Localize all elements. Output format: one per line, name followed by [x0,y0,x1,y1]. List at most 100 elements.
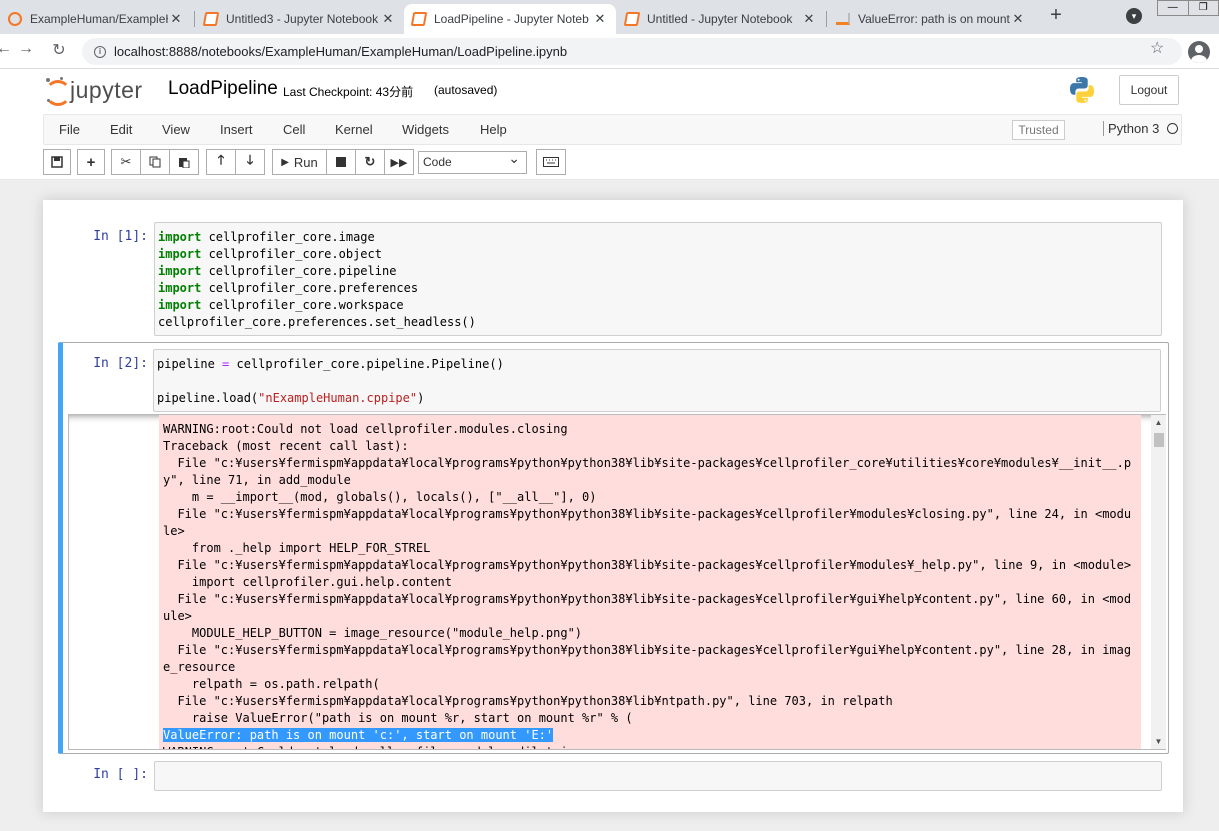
menu-edit[interactable]: Edit [110,122,132,137]
arrow-down-icon: 🡓 [246,152,254,167]
notebook-container: In [1]: import cellprofiler_core.image im… [43,200,1183,812]
code-text: cellprofiler_core.image [201,230,375,244]
copy-button[interactable] [140,149,170,175]
cell-prompt: In [ ]: [93,767,148,782]
plus-icon: + [86,153,96,171]
bookmark-star-icon[interactable]: ☆ [1150,38,1164,58]
menu-help[interactable]: Help [480,122,507,137]
menu-cell[interactable]: Cell [283,122,305,137]
menu-file[interactable]: File [59,122,80,137]
code-input-area[interactable] [154,761,1162,791]
selected-code-cell[interactable]: In [2]: pipeline = cellprofiler_core.pip… [58,342,1169,754]
close-icon[interactable]: ✕ [801,11,817,27]
jupyter-favicon-icon [623,12,641,26]
autosave-status: (autosaved) [434,83,498,97]
interrupt-button[interactable] [326,149,356,175]
reload-icon[interactable]: ↻ [49,40,69,60]
forward-icon[interactable]: → [16,40,36,58]
save-button[interactable] [43,149,71,175]
close-icon[interactable]: ✕ [168,11,184,27]
notebook-title[interactable]: LoadPipeline [168,78,278,100]
trusted-badge[interactable]: Trusted [1012,120,1065,140]
run-label: Run [293,154,318,170]
tab-search-icon[interactable]: ▾ [1126,8,1142,24]
menu-insert[interactable]: Insert [220,122,253,137]
output-line: WARNING:root:Could not load cellprofiler… [163,744,1137,749]
close-icon[interactable]: ✕ [1010,11,1026,27]
browser-tab-active[interactable]: LoadPipeline - Jupyter Noteb ✕ [404,4,616,34]
tab-title: ValueError: path is on mount [858,12,1010,26]
url-field[interactable]: i localhost:8888/notebooks/ExampleHuman/… [82,38,1182,65]
scissors-icon: ✂ [120,154,132,169]
code-line: import cellprofiler_core.object [158,246,1158,263]
restart-icon: ↻ [364,154,376,169]
cell-prompt: In [2]: [93,356,148,371]
code-line: import cellprofiler_core.preferences [158,280,1158,297]
jupyter-logo[interactable]: jupyter [45,76,143,106]
output-scrollbar[interactable]: ▲ ▼ [1151,415,1166,749]
back-icon[interactable]: ← [0,40,14,58]
restore-icon[interactable]: ❐ [1187,0,1219,16]
output-scroll-area[interactable]: WARNING:root:Could not load cellprofiler… [68,414,1166,750]
code-keyword: import [158,230,202,244]
menu-widgets[interactable]: Widgets [402,122,449,137]
cell-type-select[interactable]: Code [418,148,527,174]
stackoverflow-favicon-icon [836,13,850,25]
menu-kernel[interactable]: Kernel [335,122,373,137]
command-palette-button[interactable] [536,149,566,175]
move-down-button[interactable]: 🡓 [235,149,265,175]
code-line: import cellprofiler_core.workspace [158,297,1158,314]
browser-tab[interactable]: Untitled3 - Jupyter Notebook ✕ [196,4,404,34]
selected-text: ValueError: path is on mount 'c:', start… [163,728,554,742]
browser-tab[interactable]: Untitled - Jupyter Notebook ✕ [617,4,825,34]
browser-tab[interactable]: ValueError: path is on mount ✕ [828,4,1034,34]
output-line: relpath = os.path.relpath( [163,677,380,691]
output-line: File "c:¥users¥fermispm¥appdata¥local¥pr… [163,456,1132,487]
scroll-up-icon[interactable]: ▲ [1151,418,1166,427]
menu-view[interactable]: View [162,122,190,137]
account-avatar-icon[interactable] [1188,41,1210,63]
checkpoint-status: Last Checkpoint: 43分前 [283,85,414,99]
code-line: import cellprofiler_core.pipeline [158,263,1158,280]
stderr-output: WARNING:root:Could not load cellprofiler… [159,415,1141,749]
code-text: pipeline.load( [157,391,259,405]
code-keyword: import [158,298,202,312]
code-line: cellprofiler_core.preferences.set_headle… [158,314,1158,331]
notebook-menubar: File Edit View Insert Cell Kernel Widget… [43,114,1182,145]
output-line: MODULE_HELP_BUTTON = image_resource("mod… [163,626,583,640]
move-up-button[interactable]: 🡑 [206,149,236,175]
python-logo-icon [1070,77,1094,103]
scrollbar-thumb[interactable] [1154,433,1164,447]
logout-button[interactable]: Logout [1119,75,1179,105]
tab-divider [826,11,827,27]
code-text: cellprofiler_core.pipeline.Pipeline() [229,357,504,371]
output-line: File "c:¥users¥fermispm¥appdata¥local¥pr… [163,507,1132,538]
output-line: File "c:¥users¥fermispm¥appdata¥local¥pr… [163,643,1132,674]
fast-forward-icon: ▶▶ [390,156,408,169]
close-icon[interactable]: ✕ [592,11,608,27]
close-icon[interactable]: ✕ [380,11,396,27]
kernel-idle-indicator-icon [1167,123,1178,134]
minimize-icon[interactable]: — [1157,0,1189,16]
insert-cell-button[interactable]: + [77,149,105,175]
stop-icon [336,157,346,167]
scroll-down-icon[interactable]: ▼ [1151,737,1166,746]
output-line: from ._help import HELP_FOR_STREL [163,541,431,555]
restart-button[interactable]: ↻ [355,149,385,175]
code-input-area[interactable]: import cellprofiler_core.image import cel… [154,222,1162,336]
jupyter-logo-icon [45,77,71,106]
code-keyword: import [158,264,202,278]
new-tab-icon[interactable]: + [1046,4,1066,27]
cut-button[interactable]: ✂ [111,149,141,175]
tab-title: Untitled - Jupyter Notebook [647,12,793,26]
restart-run-all-button[interactable]: ▶▶ [384,149,414,175]
code-text: cellprofiler_core.preferences [201,281,419,295]
code-keyword: import [158,247,202,261]
info-icon[interactable]: i [94,45,106,58]
browser-tab[interactable]: ExampleHuman/ExampleHuma ✕ [0,4,192,34]
code-text: cellprofiler_core.preferences.set_headle… [158,315,476,329]
run-button[interactable]: ▶ Run [272,149,327,175]
output-line: File "c:¥users¥fermispm¥appdata¥local¥pr… [163,592,1132,623]
paste-button[interactable] [169,149,199,175]
code-input-area[interactable]: pipeline = cellprofiler_core.pipeline.Pi… [153,349,1161,412]
